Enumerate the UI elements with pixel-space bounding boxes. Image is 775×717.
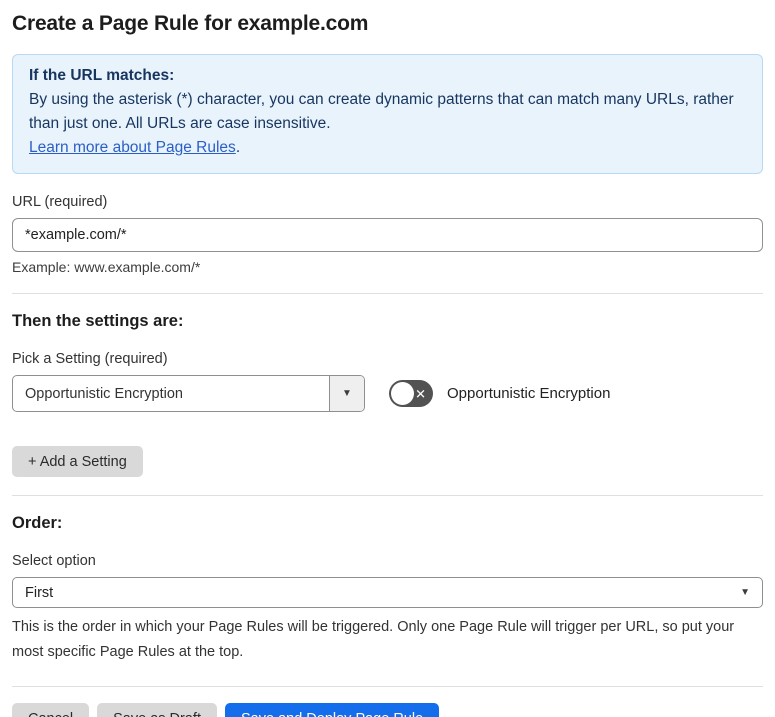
save-as-draft-button[interactable]: Save as Draft <box>97 703 217 717</box>
toggle-label: Opportunistic Encryption <box>447 385 611 402</box>
setting-dropdown[interactable]: Opportunistic Encryption ▼ <box>12 375 365 412</box>
info-box-heading: If the URL matches: <box>29 67 175 84</box>
url-matches-info-box: If the URL matches: By using the asteris… <box>12 54 763 174</box>
setting-dropdown-button[interactable]: ▼ <box>329 376 364 411</box>
pick-setting-label: Pick a Setting (required) <box>12 351 168 367</box>
settings-section-heading: Then the settings are: <box>12 312 184 330</box>
setting-dropdown-value: Opportunistic Encryption <box>25 385 183 402</box>
toggle-knob <box>391 382 414 405</box>
info-box-body-text: By using the asterisk (*) character, you… <box>29 91 734 132</box>
action-button-row: Cancel Save as Draft Save and Deploy Pag… <box>12 703 763 717</box>
save-and-deploy-button[interactable]: Save and Deploy Page Rule <box>224 703 440 717</box>
toggle-group: ✕ Opportunistic Encryption <box>389 380 610 407</box>
chevron-down-icon: ▼ <box>342 388 352 399</box>
order-select-value: First <box>25 584 54 601</box>
url-input[interactable] <box>12 218 763 252</box>
order-select[interactable]: First ▼ <box>12 577 763 608</box>
info-box-body: By using the asterisk (*) character, you… <box>29 88 746 160</box>
link-period: . <box>235 139 241 156</box>
section-divider <box>12 495 763 496</box>
setting-row: Opportunistic Encryption ▼ ✕ Opportunist… <box>12 375 763 412</box>
chevron-down-icon: ▼ <box>740 587 750 598</box>
toggle-off-icon: ✕ <box>415 386 426 401</box>
order-section-heading: Order: <box>12 514 63 532</box>
cancel-button[interactable]: Cancel <box>12 703 90 717</box>
learn-more-link[interactable]: Learn more about Page Rules <box>29 139 236 156</box>
order-helper-text: This is the order in which your Page Rul… <box>12 619 735 660</box>
order-select-label: Select option <box>12 553 96 569</box>
section-divider <box>12 293 763 294</box>
opportunistic-encryption-toggle[interactable]: ✕ <box>389 380 433 407</box>
url-example-helper: Example: www.example.com/* <box>12 259 201 275</box>
add-setting-button[interactable]: + Add a Setting <box>12 446 143 477</box>
section-divider <box>12 686 763 687</box>
url-field-label: URL (required) <box>12 194 108 210</box>
page-title: Create a Page Rule for example.com <box>12 12 369 35</box>
create-page-rule-form: Create a Page Rule for example.com If th… <box>0 0 775 717</box>
